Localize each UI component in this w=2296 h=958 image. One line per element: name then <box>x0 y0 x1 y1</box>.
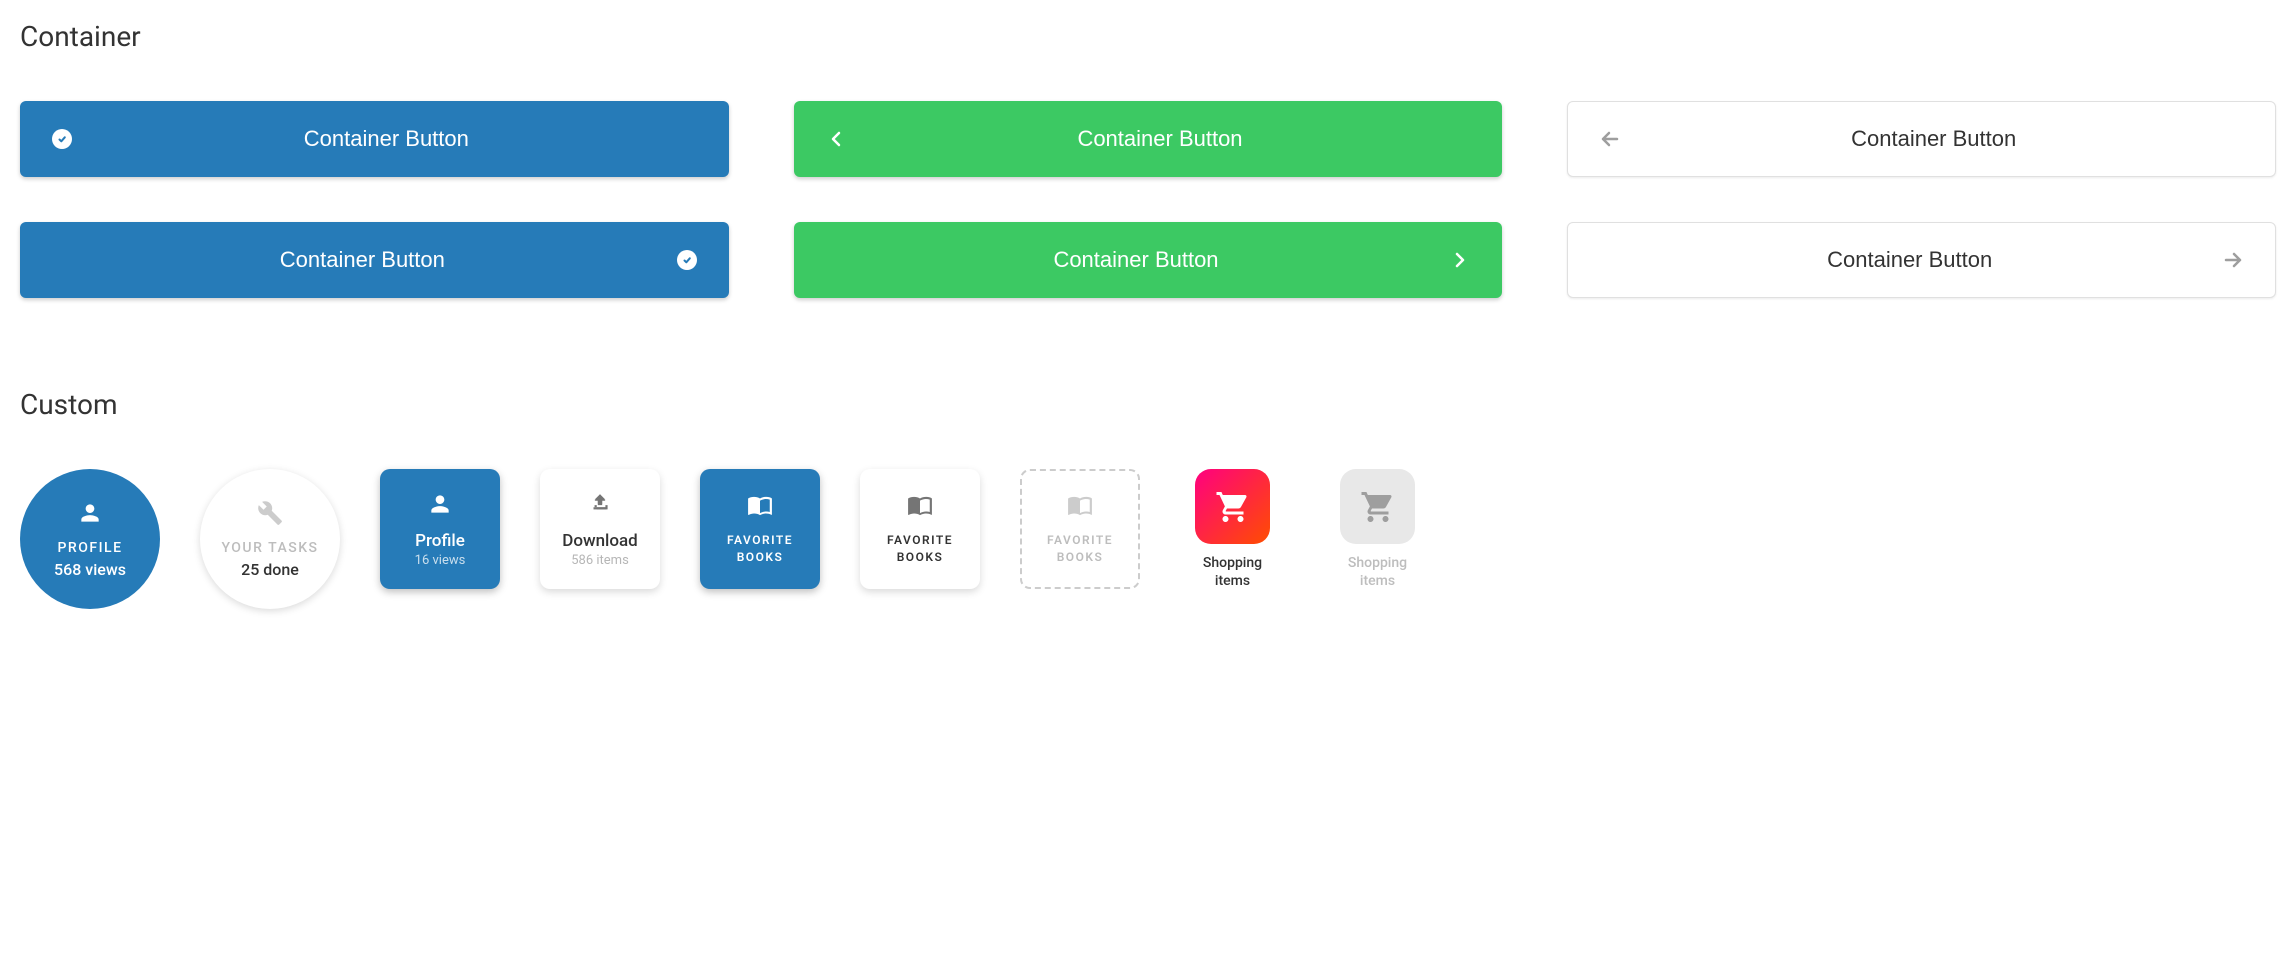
tile-label: FAVORITE BOOKS <box>887 532 953 566</box>
user-icon <box>77 500 103 530</box>
tile-label: Profile <box>415 531 465 551</box>
favorite-books-button-blue[interactable]: FAVORITE BOOKS <box>700 469 820 589</box>
shopping-items-button-gray[interactable]: Shopping items <box>1325 469 1430 590</box>
container-button-label: Container Button <box>848 126 1473 152</box>
tile-label: Shopping items <box>1348 554 1407 590</box>
download-square-button[interactable]: Download 586 items <box>540 469 660 589</box>
custom-button-row: PROFILE 568 views YOUR TASKS 25 done Pro… <box>20 469 2276 609</box>
tile-label: PROFILE <box>57 540 122 556</box>
shopping-items-button-gradient[interactable]: Shopping items <box>1180 469 1285 590</box>
tile-sublabel: 25 done <box>241 560 299 579</box>
tile-label: Shopping items <box>1203 554 1262 590</box>
tile-label: FAVORITE BOOKS <box>727 532 793 566</box>
tile-label: Download <box>562 531 638 551</box>
tile-label: FAVORITE BOOKS <box>1047 532 1113 566</box>
chevron-left-icon <box>824 127 848 151</box>
container-button-label: Container Button <box>1622 126 2245 152</box>
container-button-arrow-left-white[interactable]: Container Button <box>1567 101 2276 177</box>
container-button-chevron-left-green[interactable]: Container Button <box>794 101 1503 177</box>
favorite-books-button-dashed[interactable]: FAVORITE BOOKS <box>1020 469 1140 589</box>
container-button-label: Container Button <box>824 247 1449 273</box>
container-button-grid: Container Button Container Button Contai… <box>20 101 2276 298</box>
check-circle-icon <box>50 127 74 151</box>
section-title-custom: Custom <box>20 388 2276 421</box>
book-icon <box>907 492 933 522</box>
chevron-right-icon <box>1448 248 1472 272</box>
arrow-right-icon <box>2221 248 2245 272</box>
tile-label: YOUR TASKS <box>221 540 318 556</box>
wrench-icon <box>257 500 283 530</box>
tile-sublabel: 568 views <box>54 560 126 579</box>
container-button-check-left-blue[interactable]: Container Button <box>20 101 729 177</box>
container-button-check-right-blue[interactable]: Container Button <box>20 222 729 298</box>
section-title-container: Container <box>20 20 2276 53</box>
container-button-chevron-right-green[interactable]: Container Button <box>794 222 1503 298</box>
user-icon <box>427 491 453 521</box>
book-icon <box>747 492 773 522</box>
profile-circle-button[interactable]: PROFILE 568 views <box>20 469 160 609</box>
container-button-arrow-right-white[interactable]: Container Button <box>1567 222 2276 298</box>
tile-sublabel: 16 views <box>415 553 466 568</box>
profile-square-button[interactable]: Profile 16 views <box>380 469 500 589</box>
container-button-label: Container Button <box>50 247 675 273</box>
download-icon <box>587 491 613 521</box>
book-icon <box>1067 492 1093 522</box>
arrow-left-icon <box>1598 127 1622 151</box>
container-button-label: Container Button <box>74 126 699 152</box>
shopping-cart-icon <box>1195 469 1270 544</box>
container-button-label: Container Button <box>1598 247 2221 273</box>
favorite-books-button-white[interactable]: FAVORITE BOOKS <box>860 469 980 589</box>
shopping-cart-icon <box>1340 469 1415 544</box>
tile-sublabel: 586 items <box>571 553 629 568</box>
your-tasks-circle-button[interactable]: YOUR TASKS 25 done <box>200 469 340 609</box>
check-circle-icon <box>675 248 699 272</box>
